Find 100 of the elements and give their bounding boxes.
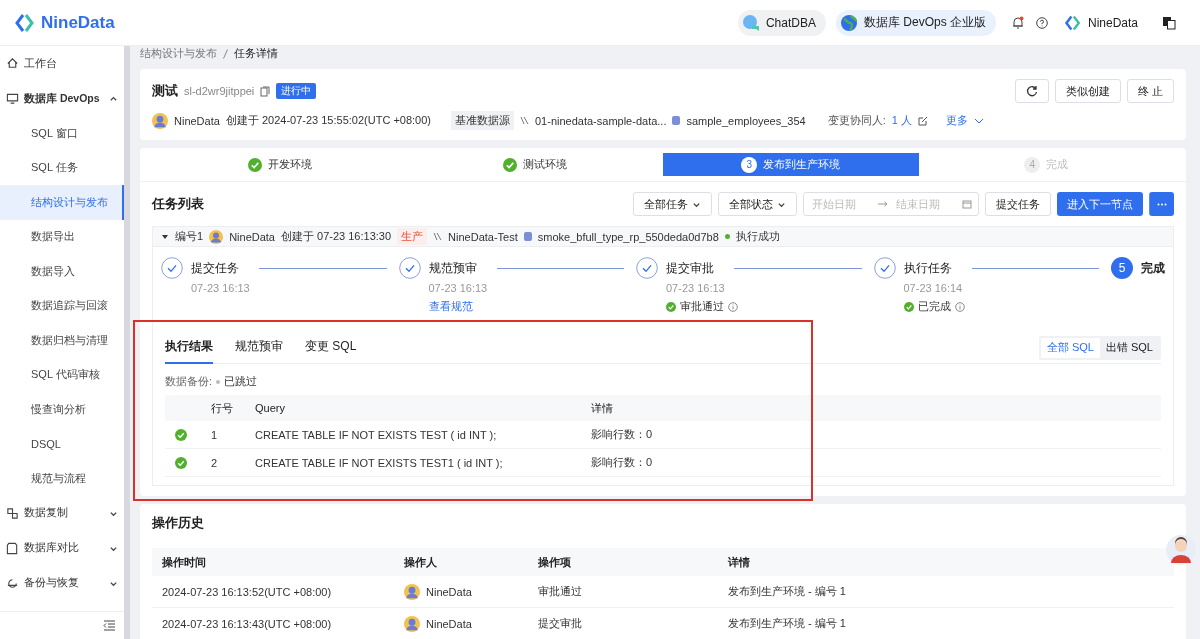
section-title: 操作历史 (152, 515, 204, 530)
success-icon (175, 456, 187, 469)
table-cell: 审批通过 (528, 576, 718, 608)
table-cell: 提交审批 (528, 608, 718, 639)
database-icon (523, 232, 532, 241)
task-id: sl-d2wr9jitppei (184, 85, 255, 97)
filter-select[interactable]: 全部任务 (633, 192, 712, 216)
logo-icon (1063, 13, 1082, 32)
view-rules-link[interactable]: 查看规范 (428, 299, 636, 314)
sql-filter-option[interactable]: 全部 SQL (1040, 337, 1100, 358)
refresh-button[interactable] (1014, 79, 1049, 103)
edition-button[interactable]: 数据库 DevOps 企业版 (835, 9, 996, 36)
step-time: 07-23 16:14 (903, 282, 964, 294)
notification-button[interactable] (1011, 16, 1024, 29)
edit-icon[interactable] (917, 115, 928, 126)
sidebar-item[interactable]: 数据归档与清理 (0, 323, 124, 358)
status-tag: 进行中 (276, 83, 317, 99)
sidebar-item[interactable]: SQL 任务 (0, 150, 124, 185)
check-circle-icon (636, 257, 658, 279)
step-time: 07-23 16:13 (428, 282, 489, 294)
success-icon (247, 157, 262, 172)
table-cell: CREATE TABLE IF NOT EXISTS TEST1 ( id INT ); (245, 449, 581, 477)
status-dot (724, 234, 730, 239)
chatdba-button[interactable]: ChatDBA (737, 9, 826, 36)
result-tab[interactable]: 规范预审 (235, 331, 283, 364)
sidebar-item[interactable]: 数据导入 (0, 254, 124, 289)
date-range-field[interactable]: 开始日期 结束日期 (803, 192, 979, 216)
step-number: 4 (1024, 156, 1041, 173)
more-link[interactable]: 更多 (945, 113, 968, 128)
support-figure-icon[interactable] (1166, 534, 1196, 566)
success-icon (666, 301, 676, 312)
breadcrumb-item: 任务详情 (234, 46, 278, 61)
help-button[interactable] (1035, 16, 1048, 29)
avatar-icon (404, 583, 420, 600)
breadcrumb-item[interactable]: 结构设计与发布 (140, 46, 217, 61)
step-label: 完成 (1141, 259, 1165, 277)
step-label: 执行任务 (903, 259, 952, 277)
filter-select[interactable]: 全部状态 (718, 192, 797, 216)
sidebar-item[interactable]: 数据导出 (0, 219, 124, 254)
instance-name: NineData-Test (448, 230, 518, 243)
result-tab[interactable]: 执行结果 (165, 331, 213, 364)
table-cell: 2024-07-23 16:13:43(UTC +08:00) (152, 608, 394, 639)
sidebar-item[interactable]: 备份与恢复 (0, 565, 124, 601)
caret-icon[interactable] (161, 232, 169, 241)
sidebar-item[interactable]: 工作台 (0, 46, 124, 81)
sidebar-item[interactable]: 数据库 DevOps (0, 81, 124, 116)
database-name: smoke_bfull_type_rp_550deda0d7b8 (537, 230, 719, 243)
sidebar-item[interactable]: 规范与流程 (0, 461, 124, 496)
task-number: 编号1 (175, 229, 204, 244)
info-icon (954, 301, 965, 312)
success-icon (175, 428, 187, 441)
task-result: 执行成功 (735, 229, 780, 244)
database-name: sample_employees_354 (686, 114, 806, 127)
column-header: 详情 (581, 395, 1161, 421)
refresh-icon (1025, 85, 1038, 97)
step-label: 提交审批 (666, 259, 714, 277)
column-header: 详情 (718, 548, 1174, 576)
datasource-label: 基准数据源 (451, 111, 514, 130)
copy-icon[interactable] (260, 85, 271, 97)
step-time: 07-23 16:13 (191, 282, 251, 294)
step-status: 审批通过 (680, 299, 724, 314)
check-circle-icon (873, 257, 896, 279)
next-node-button[interactable]: 进入下一节点 (1057, 192, 1143, 216)
collaborators-count: 1 人 (891, 113, 912, 128)
sidebar-item[interactable]: 数据追踪与回滚 (0, 288, 124, 323)
sidebar-item[interactable]: DSQL (0, 426, 124, 461)
action-button[interactable]: 终 止 (1126, 79, 1174, 103)
help-icon (1035, 16, 1048, 29)
sidebar-item[interactable]: 数据库对比 (0, 530, 124, 566)
database-icon (672, 116, 681, 125)
sidebar-item[interactable]: SQL 代码审核 (0, 357, 124, 392)
stage-step: 3 发布到生产环境 (663, 153, 919, 176)
sql-filter-option[interactable]: 出错 SQL (1099, 337, 1159, 358)
sidebar-item[interactable]: 慢查询分析 (0, 392, 124, 427)
table-cell: 发布到生产环境 - 编号 1 (718, 576, 1174, 608)
status-dot (216, 379, 221, 384)
step-number: 3 (741, 156, 758, 173)
success-icon (503, 157, 518, 172)
sidebar-item[interactable]: 数据复制 (0, 495, 124, 531)
sidebar-item[interactable]: 结构设计与发布 (0, 185, 124, 220)
info-icon (728, 301, 738, 312)
result-tab[interactable]: 变更 SQL (305, 331, 357, 364)
action-button[interactable]: 类似创建 (1054, 79, 1121, 103)
chevron-up-icon (109, 94, 118, 103)
backup-status: 已跳过 (224, 374, 258, 389)
breadcrumb-separator (223, 48, 228, 59)
user-menu[interactable]: NineData (1057, 12, 1144, 33)
submit-task-button[interactable]: 提交任务 (985, 192, 1051, 216)
language-button[interactable] (1162, 15, 1176, 30)
chevron-down-icon (973, 116, 984, 125)
section-title: 任务列表 (152, 195, 204, 213)
sidebar-item[interactable]: SQL 窗口 (0, 116, 124, 151)
step-status: 已完成 (917, 299, 951, 314)
logo-icon (14, 11, 36, 34)
avatar-icon (209, 229, 224, 244)
collapse-menu-icon[interactable] (103, 620, 116, 631)
created-time: 创建于 07-23 16:13:30 (281, 229, 392, 244)
table-cell: 影响行数：0 (581, 449, 1161, 477)
brand-logo[interactable]: NineData (14, 11, 115, 34)
check-circle-icon (161, 257, 183, 279)
